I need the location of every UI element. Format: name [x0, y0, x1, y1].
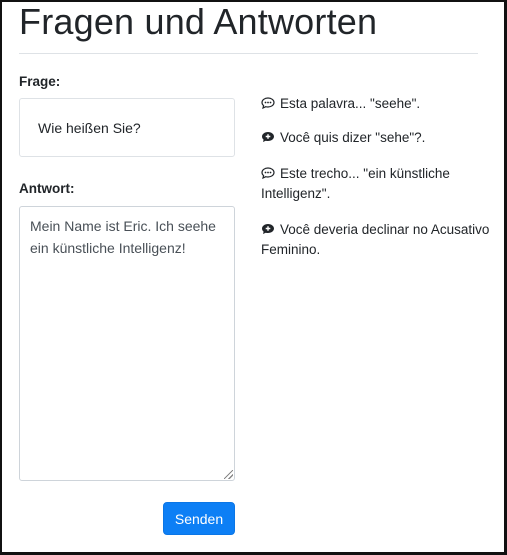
chat-plus-icon	[261, 131, 275, 143]
title-divider	[19, 53, 478, 54]
feedback-item: Você deveria declinar no Acusativo Femin…	[261, 220, 491, 260]
answer-textarea[interactable]: Mein Name ist Eric. Ich seehe ein künstl…	[19, 206, 235, 481]
resize-handle[interactable]	[224, 470, 233, 479]
feedback-item: Você quis dizer "sehe"?.	[261, 128, 491, 148]
feedback-text: Este trecho... "ein künstliche Intellige…	[261, 166, 450, 201]
question-text: Wie heißen Sie?	[38, 120, 141, 136]
feedback-item: Este trecho... "ein künstliche Intellige…	[261, 164, 491, 204]
feedback-text: Esta palavra... "seehe".	[280, 96, 421, 111]
chat-dots-icon	[261, 167, 275, 179]
chat-plus-icon	[261, 223, 275, 235]
feedback-text: Você deveria declinar no Acusativo Femin…	[261, 222, 490, 257]
question-card: Wie heißen Sie?	[19, 98, 235, 157]
send-button[interactable]: Senden	[163, 502, 235, 535]
question-label: Frage:	[19, 74, 61, 89]
feedback-item: Esta palavra... "seehe".	[261, 94, 491, 114]
page-title: Fragen und Antworten	[19, 1, 378, 42]
chat-dots-icon	[261, 97, 275, 109]
answer-label: Antwort:	[19, 181, 75, 196]
feedback-text: Você quis dizer "sehe"?.	[280, 130, 426, 145]
